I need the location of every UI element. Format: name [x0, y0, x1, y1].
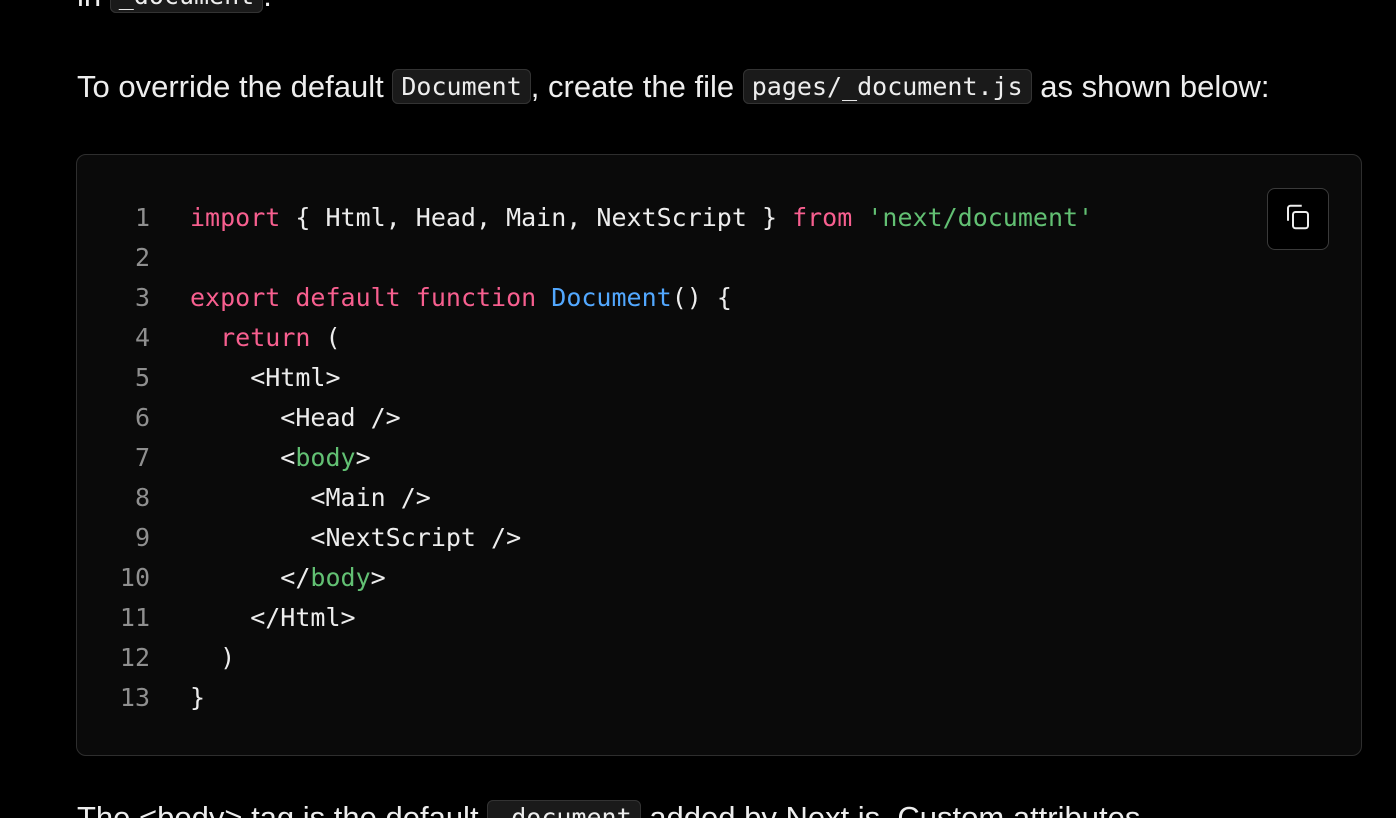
code-text: return (: [150, 318, 341, 358]
code-token-plain: <: [190, 443, 296, 472]
code-line: 2: [77, 238, 1093, 278]
code-text: }: [150, 678, 205, 718]
code-token-keyword: default: [295, 283, 401, 312]
line-number: 10: [119, 563, 150, 592]
code-token-keyword: export: [190, 283, 281, 312]
code-token-plain: <NextScript />: [190, 523, 522, 552]
line-number: 11: [119, 603, 150, 632]
code-token-plain: () {: [671, 283, 732, 312]
inline-code-document-next: _document: [487, 800, 641, 818]
code-token-string: 'next/document': [867, 203, 1094, 232]
inline-code-document: _document: [109, 0, 264, 13]
code-line: 12 ): [77, 638, 1093, 678]
code-text: ): [150, 638, 235, 678]
code-line: 8 <Main />: [77, 478, 1093, 518]
copy-icon: [1283, 202, 1313, 237]
code-token-plain: >: [355, 443, 371, 472]
code-text: <Head />: [150, 398, 401, 438]
line-number: 8: [134, 483, 150, 512]
line-number: 1: [134, 203, 150, 232]
code-text: </body>: [150, 558, 386, 598]
code-line: 9 <NextScript />: [77, 518, 1093, 558]
code-text: </Html>: [150, 598, 356, 638]
code-token-tag: body: [295, 443, 356, 472]
code-lines[interactable]: 1 import { Html, Head, Main, NextScript }…: [77, 198, 1093, 718]
code-line: 11 </Html>: [77, 598, 1093, 638]
line-number: 12: [119, 643, 150, 672]
paragraph-text: To override the default: [77, 69, 393, 104]
paragraph-text: in: [77, 0, 110, 13]
paragraph-next: The <body> tag is the default _document …: [77, 796, 1140, 818]
code-token-plain: ): [190, 643, 236, 672]
paragraph-text: as shown below:: [1031, 69, 1270, 104]
code-token-tag: body: [310, 563, 371, 592]
paragraph-text: , create the file: [530, 69, 743, 104]
line-number: 4: [134, 323, 150, 352]
copy-code-button[interactable]: [1267, 188, 1329, 250]
docs-page: in _document. To override the default Do…: [0, 0, 1396, 818]
code-text: export default function Document() {: [150, 278, 732, 318]
code-token-plain: <Html>: [190, 363, 341, 392]
code-token-keyword: function: [415, 283, 537, 312]
code-line: 1 import { Html, Head, Main, NextScript }…: [77, 198, 1093, 238]
inline-code-file-path: pages/_document.js: [742, 69, 1032, 104]
code-line: 3 export default function Document() {: [77, 278, 1093, 318]
code-text: <Main />: [150, 478, 431, 518]
code-token-plain: { Html, Head, Main, NextScript }: [280, 203, 793, 232]
code-line: 10 </body>: [77, 558, 1093, 598]
code-token-plain: }: [190, 683, 206, 712]
paragraph-text: The <body> tag is the default: [77, 800, 488, 818]
code-token-plain: </Html>: [190, 603, 356, 632]
code-text: <NextScript />: [150, 518, 521, 558]
code-token-plain: </: [190, 563, 311, 592]
code-line: 13}: [77, 678, 1093, 718]
line-number: 3: [134, 283, 150, 312]
code-token-function: Document: [551, 283, 672, 312]
line-number: 7: [134, 443, 150, 472]
code-line: 7 <body>: [77, 438, 1093, 478]
code-line: 6 <Head />: [77, 398, 1093, 438]
line-number: 2: [134, 243, 150, 272]
code-token-keyword: from: [792, 203, 853, 232]
line-number: 5: [134, 363, 150, 392]
code-token-plain: <Head />: [190, 403, 401, 432]
code-token-keyword: import: [190, 203, 281, 232]
paragraph-previous: in _document.: [77, 0, 272, 20]
code-token-plain: <Main />: [190, 483, 431, 512]
code-block: 1 import { Html, Head, Main, NextScript }…: [76, 154, 1362, 756]
code-token-plain: (: [310, 323, 341, 352]
line-number: 6: [134, 403, 150, 432]
paragraph-text: .: [263, 0, 272, 13]
code-line: 5 <Html>: [77, 358, 1093, 398]
code-text: import { Html, Head, Main, NextScript } …: [150, 198, 1093, 238]
paragraph-override-document: To override the default Document, create…: [77, 65, 1269, 111]
code-token-keyword: return: [220, 323, 311, 352]
paragraph-text: added by Next.js. Custom attributes: [640, 800, 1141, 818]
line-number: 13: [119, 683, 150, 712]
code-text: <Html>: [150, 358, 341, 398]
line-number: 9: [134, 523, 150, 552]
code-line: 4 return (: [77, 318, 1093, 358]
inline-code-document-name: Document: [392, 69, 531, 104]
code-token-plain: >: [370, 563, 386, 592]
code-text: <body>: [150, 438, 371, 478]
